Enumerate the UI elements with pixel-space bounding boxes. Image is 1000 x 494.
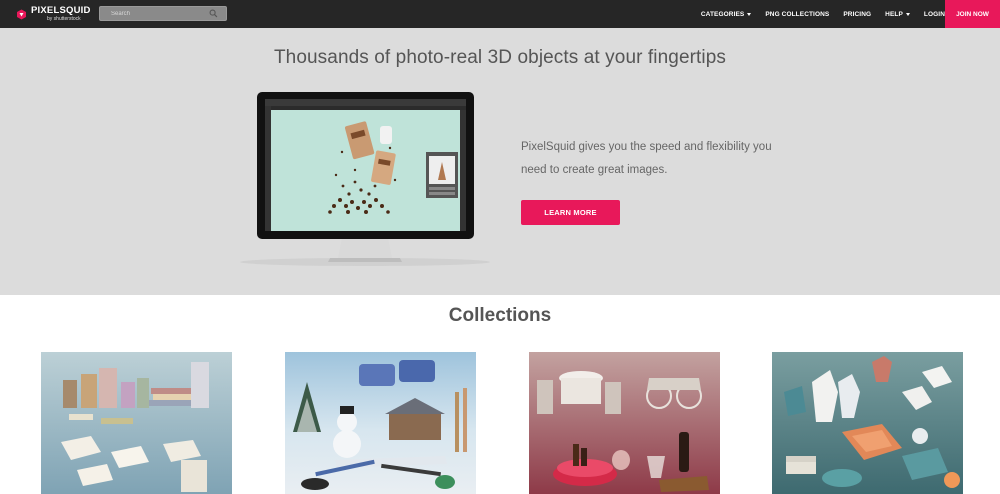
nav-png-collections-label: PNG COLLECTIONS — [765, 10, 830, 18]
nav-png-collections[interactable]: PNG COLLECTIONS — [765, 11, 829, 18]
nav-login[interactable]: LOGIN — [924, 11, 945, 18]
logo-subtitle: by shutterstock — [47, 15, 81, 22]
hero-section: Thousands of photo-real 3D objects at yo… — [0, 28, 1000, 295]
join-now-button[interactable]: JOIN NOW — [945, 0, 1000, 28]
chevron-down-icon — [747, 12, 752, 16]
collection-card-winter[interactable] — [285, 352, 476, 494]
nav-login-label: LOGIN — [923, 10, 945, 18]
nav-pricing[interactable]: PRICING — [843, 11, 871, 18]
search-icon[interactable] — [209, 9, 218, 18]
collection-card-valentine[interactable] — [529, 352, 720, 494]
learn-more-button[interactable]: LEARN MORE — [521, 200, 620, 225]
squid-logo-icon — [17, 9, 26, 19]
collection-card-bags-books[interactable] — [41, 352, 232, 494]
collections-title: Collections — [448, 305, 552, 326]
search-input[interactable] — [100, 7, 208, 20]
nav-pricing-label: PRICING — [843, 10, 872, 18]
winter-snowman-image — [285, 352, 476, 494]
chevron-down-icon — [905, 12, 910, 16]
valentine-dinner-image — [529, 352, 720, 494]
clothing-image — [772, 352, 963, 494]
collection-card-clothing[interactable] — [772, 352, 963, 494]
hero-title: Thousands of photo-real 3D objects at yo… — [273, 47, 727, 68]
nav-help[interactable]: HELP — [885, 11, 910, 18]
logo-name: PIXELSQUID — [31, 5, 91, 17]
top-navbar: PIXELSQUID by shutterstock CATEGORIES PN… — [0, 0, 1000, 28]
nav-links: CATEGORIES PNG COLLECTIONS PRICING HELP … — [687, 0, 945, 28]
nav-help-label: HELP — [885, 10, 903, 18]
nav-categories[interactable]: CATEGORIES — [701, 11, 752, 18]
logo[interactable]: PIXELSQUID by shutterstock — [16, 5, 91, 23]
shopping-bags-and-books-image — [41, 352, 232, 494]
monitor-illustration — [240, 92, 490, 266]
hero-description: PixelSquid gives you the speed and flexi… — [521, 141, 772, 176]
nav-categories-label: CATEGORIES — [700, 10, 745, 18]
search-box — [99, 6, 227, 21]
